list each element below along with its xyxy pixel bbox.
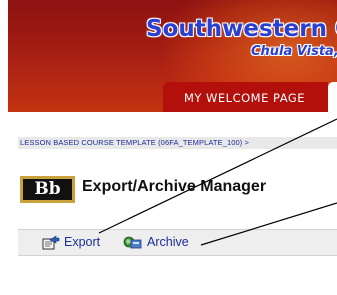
callout-lines — [98, 118, 337, 246]
callout-line-archive — [200, 202, 337, 246]
callout-line-export — [98, 118, 337, 234]
